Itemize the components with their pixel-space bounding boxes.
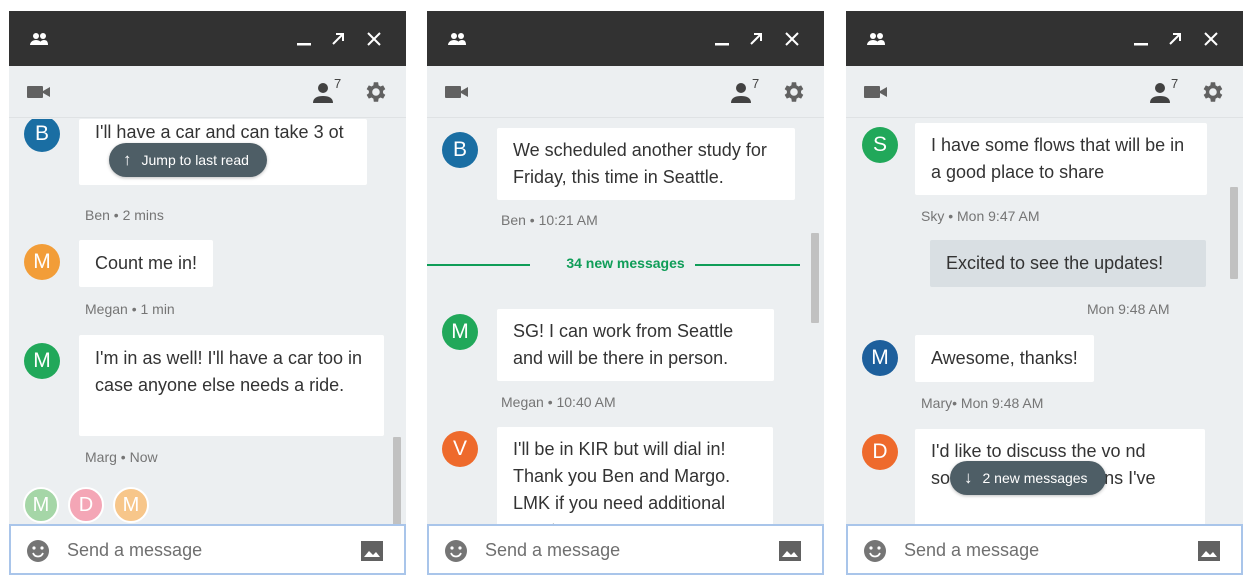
- message-text: I'm in as well! I'll have a car too in c…: [95, 348, 362, 395]
- people-icon[interactable]: [445, 11, 469, 66]
- scrollbar[interactable]: [393, 437, 401, 524]
- new-messages-button[interactable]: ↓ 2 new messages: [950, 461, 1106, 495]
- message-meta: Marg • Now: [85, 449, 158, 465]
- message-meta: Mary• Mon 9:48 AM: [921, 395, 1044, 411]
- message-bubble: SG! I can work from Seattle and will be …: [497, 309, 774, 381]
- avatar: M: [24, 244, 60, 280]
- message-meta: Mon 9:48 AM: [1087, 301, 1170, 317]
- message-text: Awesome, thanks!: [931, 348, 1078, 368]
- composer: [427, 524, 824, 575]
- chat-toolbar: 7: [9, 66, 406, 118]
- avatar: V: [442, 431, 478, 467]
- gear-icon[interactable]: [1199, 79, 1225, 105]
- emoji-icon[interactable]: [444, 539, 468, 563]
- read-receipt-avatar: D: [68, 487, 104, 523]
- member-icon[interactable]: 7: [312, 76, 346, 107]
- close-icon[interactable]: [1199, 11, 1223, 66]
- minimize-icon[interactable]: [292, 11, 316, 66]
- composer: [9, 524, 406, 575]
- member-count: 7: [752, 76, 760, 91]
- title-bar: [427, 11, 824, 66]
- pop-out-icon[interactable]: [326, 11, 350, 66]
- avatar: M: [862, 340, 898, 376]
- member-count: 7: [1171, 76, 1179, 91]
- read-receipt-avatar: M: [23, 487, 59, 523]
- close-icon[interactable]: [780, 11, 804, 66]
- message-bubble: Awesome, thanks!: [915, 335, 1094, 382]
- message-text: I'll have a car and can take 3 ot: [95, 122, 344, 142]
- video-icon[interactable]: [26, 83, 52, 106]
- video-icon[interactable]: [863, 83, 889, 106]
- avatar: B: [442, 132, 478, 168]
- image-icon[interactable]: [360, 540, 384, 562]
- scrollbar[interactable]: [1230, 187, 1238, 279]
- image-icon[interactable]: [1197, 540, 1221, 562]
- chat-window-3: 7 S I have some flows that will be in a …: [846, 11, 1243, 575]
- message-text: We scheduled another study for Friday, t…: [513, 140, 767, 187]
- message-list[interactable]: B I'll have a car and can take 3 ot ↑ Ju…: [9, 119, 406, 524]
- gear-icon[interactable]: [780, 79, 806, 105]
- arrow-up-icon: ↑: [123, 150, 132, 169]
- minimize-icon[interactable]: [710, 11, 734, 66]
- message-meta: Sky • Mon 9:47 AM: [921, 208, 1040, 224]
- emoji-icon[interactable]: [863, 539, 887, 563]
- avatar: D: [862, 434, 898, 470]
- member-icon[interactable]: 7: [730, 76, 764, 107]
- people-icon[interactable]: [864, 11, 888, 66]
- gear-icon[interactable]: [362, 79, 388, 105]
- pop-out-icon[interactable]: [744, 11, 768, 66]
- message-text: Count me in!: [95, 253, 198, 273]
- jump-to-last-read-button[interactable]: ↑ Jump to last read: [109, 143, 267, 177]
- chat-window-1: 7 B I'll have a car and can take 3 ot ↑ …: [9, 11, 406, 575]
- message-bubble: I have some flows that will be in a good…: [915, 123, 1207, 195]
- video-icon[interactable]: [444, 83, 470, 106]
- avatar: S: [862, 127, 898, 163]
- member-icon[interactable]: 7: [1149, 76, 1183, 107]
- chat-toolbar: 7: [427, 66, 824, 118]
- chat-toolbar: 7: [846, 66, 1243, 118]
- composer: [846, 524, 1243, 575]
- message-meta: Ben • 10:21 AM: [501, 212, 598, 228]
- message-list[interactable]: B We scheduled another study for Friday,…: [427, 119, 824, 524]
- arrow-down-icon: ↓: [964, 468, 973, 487]
- divider-label: 34 new messages: [566, 255, 685, 271]
- minimize-icon[interactable]: [1129, 11, 1153, 66]
- new-messages-divider: 34 new messages: [427, 254, 824, 274]
- message-list[interactable]: S I have some flows that will be in a go…: [846, 119, 1243, 524]
- message-input[interactable]: [904, 534, 1174, 566]
- people-icon[interactable]: [27, 11, 51, 66]
- new-messages-label: 2 new messages: [982, 470, 1088, 486]
- message-bubble: We scheduled another study for Friday, t…: [497, 128, 795, 200]
- emoji-icon[interactable]: [26, 539, 50, 563]
- message-text: I'll be in KIR but will dial in! Thank y…: [513, 439, 731, 524]
- chat-window-2: 7 B We scheduled another study for Frida…: [427, 11, 824, 575]
- pop-out-icon[interactable]: [1163, 11, 1187, 66]
- avatar: M: [24, 343, 60, 379]
- close-icon[interactable]: [362, 11, 386, 66]
- message-bubble: I'll be in KIR but will dial in! Thank y…: [497, 427, 773, 524]
- message-text: Excited to see the updates!: [946, 253, 1164, 273]
- member-count: 7: [334, 76, 342, 91]
- message-meta: Megan • 1 min: [85, 301, 175, 317]
- message-bubble: Count me in!: [79, 240, 214, 287]
- title-bar: [846, 11, 1243, 66]
- message-input[interactable]: [485, 534, 755, 566]
- scrollbar[interactable]: [811, 233, 819, 323]
- divider-line: [695, 264, 800, 266]
- avatar: M: [442, 314, 478, 350]
- message-meta: Ben • 2 mins: [85, 207, 164, 223]
- message-bubble-own: Excited to see the updates!: [930, 240, 1206, 287]
- message-meta: Megan • 10:40 AM: [501, 394, 616, 410]
- title-bar: [9, 11, 406, 66]
- avatar: B: [24, 119, 60, 152]
- jump-label: Jump to last read: [141, 152, 249, 168]
- message-input[interactable]: [67, 534, 337, 566]
- message-text: SG! I can work from Seattle and will be …: [513, 321, 734, 368]
- message-text: I have some flows that will be in a good…: [931, 135, 1185, 182]
- image-icon[interactable]: [778, 540, 802, 562]
- read-receipt-avatar: M: [113, 487, 149, 523]
- message-bubble: I'm in as well! I'll have a car too in c…: [79, 335, 384, 436]
